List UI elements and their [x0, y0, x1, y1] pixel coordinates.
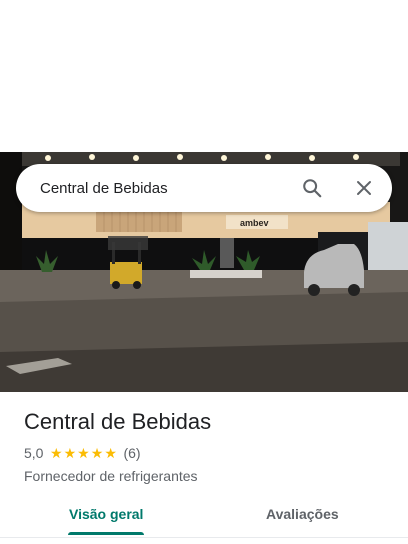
rating-stars: ★ ★ ★ ★ ★	[49, 446, 117, 460]
place-title: Central de Bebidas	[24, 409, 212, 434]
search-button[interactable]	[292, 168, 332, 208]
close-icon	[357, 181, 371, 195]
active-tab-indicator	[68, 532, 144, 535]
search-input[interactable]: Central de Bebidas	[16, 180, 292, 197]
close-button[interactable]	[344, 168, 384, 208]
tab-reviews[interactable]: Avaliações	[266, 494, 339, 534]
star-icon: ★	[77, 445, 90, 461]
place-info: Central de Bebidas 5,0 ★ ★ ★ ★ ★ (6) For…	[24, 406, 392, 484]
star-icon: ★	[104, 445, 117, 461]
star-icon: ★	[49, 445, 63, 461]
review-count[interactable]: (6)	[123, 445, 140, 461]
star-icon: ★	[63, 445, 77, 461]
place-tabs: Visão geral Avaliações	[0, 494, 408, 538]
rating-row[interactable]: 5,0 ★ ★ ★ ★ ★ (6)	[24, 443, 392, 463]
tab-overview[interactable]: Visão geral	[69, 494, 143, 534]
map-top-area	[0, 0, 408, 152]
place-category[interactable]: Fornecedor de refrigerantes	[24, 468, 392, 484]
rating-value: 5,0	[24, 445, 44, 461]
star-icon: ★	[90, 445, 104, 461]
signage-text: ambev	[240, 218, 269, 228]
search-icon	[303, 179, 322, 198]
search-bar[interactable]: Central de Bebidas	[16, 164, 392, 212]
